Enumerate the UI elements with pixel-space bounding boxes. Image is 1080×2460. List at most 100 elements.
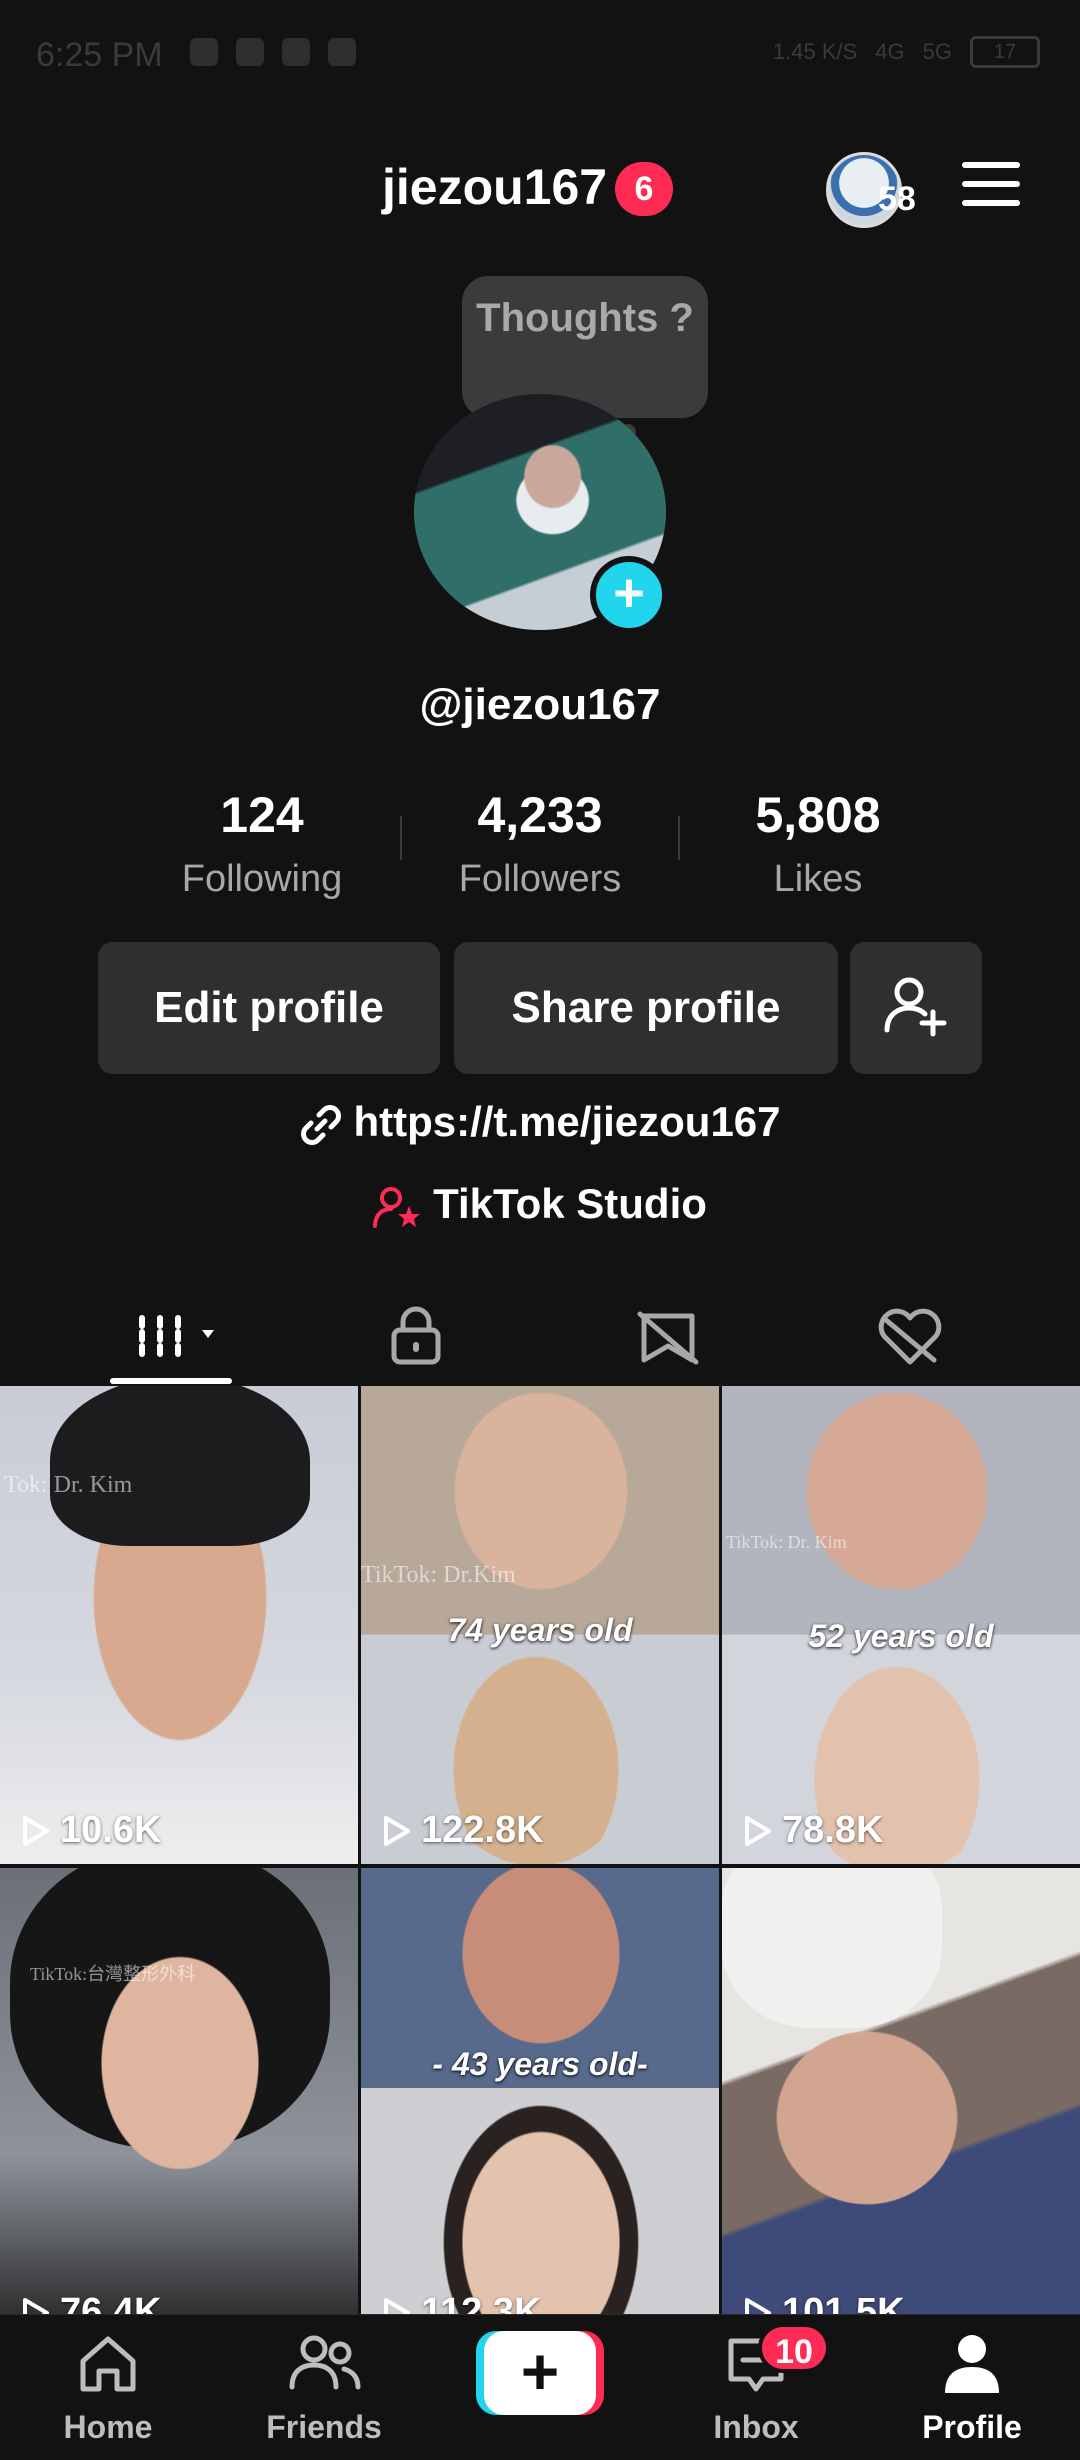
video-caption: - 43 years old- (432, 2046, 648, 2082)
liked-hidden-icon (878, 1308, 942, 1365)
view-count: 122.8K (421, 1809, 544, 1851)
video-tile[interactable]: TikTok: Dr. Kim 52 years old 78.8K (722, 1386, 1080, 1864)
add-story-plus-icon[interactable]: + (590, 556, 668, 634)
video-tile[interactable]: TikTok: Dr.Kim 74 years old 122.8K (361, 1386, 719, 1864)
profile-icon (945, 2335, 999, 2393)
menu-icon[interactable] (962, 162, 1020, 206)
profile-visitors-count: 58 (878, 180, 916, 218)
video-thumbnail-hair (50, 1386, 310, 1546)
nav-profile[interactable]: Profile (872, 2315, 1072, 2460)
video-views: 76.4K (18, 2291, 161, 2314)
tab-videos[interactable] (110, 1290, 230, 1386)
video-thumbnail (431, 2088, 651, 2314)
video-thumbnail-glove (722, 1868, 942, 2028)
tiktok-icon (282, 38, 310, 66)
notification-icons (190, 38, 356, 66)
stat-followers[interactable]: 4,233 Followers (420, 786, 660, 901)
following-label: Following (181, 858, 343, 900)
nav-friends-label: Friends (266, 2409, 382, 2445)
edit-profile-button[interactable]: Edit profile (98, 942, 440, 1074)
network-speed: 1.45 K/S (772, 39, 858, 64)
video-views: 112.3K (379, 2291, 541, 2314)
play-icon (384, 2297, 410, 2314)
creator-star-icon (373, 1186, 421, 1228)
video-tile[interactable]: Tok: Dr. Kim 10.6K (0, 1386, 358, 1864)
signal-5g: 5G (922, 39, 952, 64)
video-tile[interactable]: - 43 years old- 112.3K (361, 1868, 719, 2314)
status-time: 6:25 PM (36, 36, 163, 74)
stat-likes[interactable]: 5,808 Likes (698, 786, 938, 901)
following-count: 124 (220, 787, 304, 843)
view-count: 76.4K (60, 2291, 162, 2314)
video-thumbnail (441, 1868, 641, 2068)
inbox-badge: 10 (758, 2323, 830, 2373)
tab-private[interactable] (356, 1290, 476, 1386)
bio-link-text: https://t.me/jiezou167 (353, 1098, 781, 1145)
video-watermark: TikTok:台灣整形外科 (30, 1964, 196, 1984)
tab-reposts[interactable] (610, 1290, 730, 1386)
battery-icon: 17 (970, 36, 1040, 68)
video-tile[interactable]: 101.5K (722, 1868, 1080, 2314)
thoughts-bubble[interactable]: Thoughts ? (462, 276, 708, 418)
stat-divider (400, 816, 402, 860)
likes-count: 5,808 (755, 787, 881, 843)
video-watermark: Tok: Dr. Kim (4, 1472, 133, 1498)
video-views: 10.6K (18, 1809, 161, 1852)
nav-profile-label: Profile (922, 2409, 1022, 2445)
status-bar: 6:25 PM 1.45 K/S 4G 5G 17 (0, 0, 1080, 110)
bottom-navigation: Home Friends + Inbox 10 Profile (0, 2314, 1080, 2460)
play-icon (384, 1815, 410, 1846)
video-watermark: TikTok: Dr.Kim (361, 1562, 516, 1588)
video-caption: 74 years old (447, 1612, 633, 1648)
profile-header: jiezou167 6 58 (0, 140, 1080, 240)
repost-hidden-icon (637, 1311, 699, 1365)
video-views: 122.8K (379, 1809, 544, 1852)
view-count: 78.8K (782, 1809, 884, 1851)
app-notification-icon (190, 38, 218, 66)
home-icon (80, 2336, 136, 2392)
likes-label: Likes (773, 858, 863, 900)
video-thumbnail (752, 2008, 982, 2228)
followers-count: 4,233 (477, 787, 603, 843)
videos-grid-icon (139, 1315, 214, 1357)
view-count: 112.3K (421, 2291, 542, 2314)
play-icon (745, 1815, 771, 1846)
add-user-icon (884, 977, 947, 1037)
play-icon (745, 2297, 771, 2314)
add-friends-button[interactable] (850, 942, 982, 1074)
stat-following[interactable]: 124 Following (142, 786, 382, 901)
video-watermark: TikTok: Dr. Kim (726, 1532, 847, 1552)
lock-icon (391, 1306, 441, 1365)
video-caption: 52 years old (808, 1618, 994, 1654)
profile-content-tabs (0, 1290, 1080, 1386)
tab-liked[interactable] (850, 1290, 970, 1386)
nav-friends[interactable]: Friends (224, 2315, 424, 2460)
video-thumbnail (782, 1386, 1012, 1616)
tiktok-studio-link[interactable]: TikTok Studio (0, 1180, 1080, 1230)
video-views: 101.5K (740, 2291, 905, 2314)
notification-badge: 6 (615, 162, 673, 216)
video-grid: Tok: Dr. Kim 10.6K TikTok: Dr.Kim 74 yea… (0, 1386, 1080, 2314)
signal-4g: 4G (875, 39, 905, 64)
video-views: 78.8K (740, 1809, 883, 1852)
nav-home-label: Home (63, 2409, 153, 2445)
active-tab-indicator (110, 1378, 232, 1384)
link-icon (301, 1104, 342, 1145)
stat-divider (678, 816, 680, 860)
view-count: 101.5K (782, 2291, 905, 2314)
bio-link[interactable]: https://t.me/jiezou167 (0, 1098, 1080, 1147)
video-tile[interactable]: TikTok:台灣整形外科 76.4K (0, 1868, 358, 2314)
youtube-icon (328, 38, 356, 66)
view-count: 10.6K (60, 1809, 162, 1851)
followers-label: Followers (458, 858, 622, 900)
play-icon (23, 2297, 49, 2314)
friends-icon (289, 2335, 361, 2390)
share-profile-button[interactable]: Share profile (454, 942, 838, 1074)
nav-home[interactable]: Home (8, 2315, 208, 2460)
play-icon (23, 1815, 49, 1846)
nav-inbox-label: Inbox (713, 2409, 799, 2445)
system-icons: 1.45 K/S 4G 5G 17 (773, 36, 1040, 68)
create-button[interactable]: + (476, 2331, 604, 2415)
account-switcher-title[interactable]: jiezou167 (382, 158, 607, 216)
plus-icon: + (484, 2331, 596, 2415)
